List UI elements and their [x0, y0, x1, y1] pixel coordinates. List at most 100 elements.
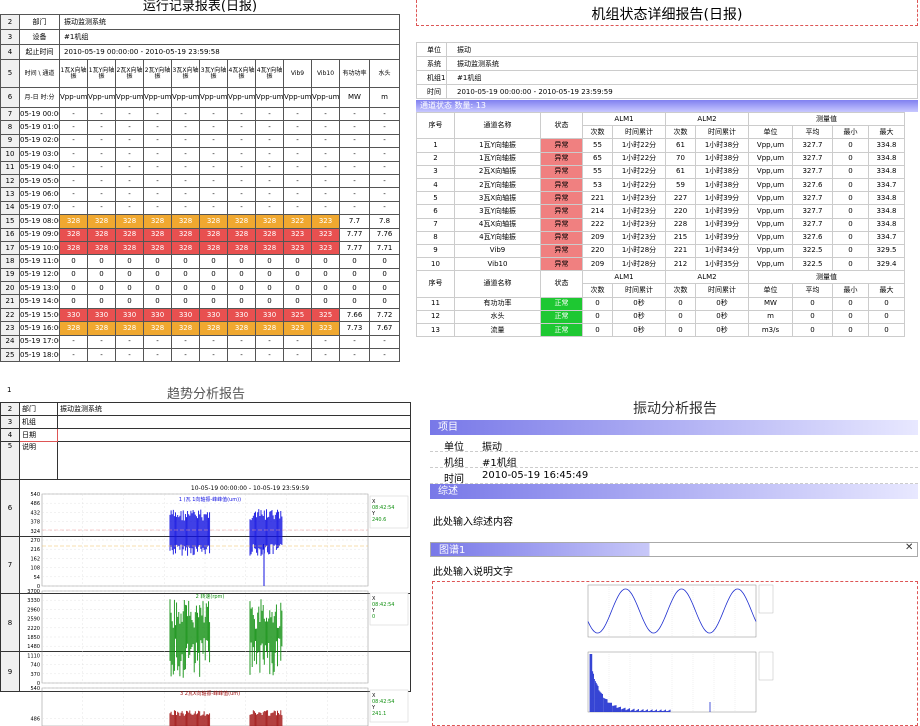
cell: 0 — [832, 177, 869, 193]
value-cell: - — [59, 160, 88, 175]
note-value[interactable] — [57, 441, 411, 480]
value-cell: - — [115, 200, 144, 216]
tick-label: 162 — [30, 556, 40, 562]
cell: Vpp,um — [748, 151, 793, 166]
value-cell: 328 — [115, 214, 144, 229]
value-cell: - — [59, 173, 88, 189]
row-number: 2 — [0, 402, 20, 416]
cell: 322.5 — [792, 243, 833, 259]
value-cell: - — [143, 147, 172, 162]
col-sub: 时间累计 — [612, 283, 666, 298]
cell: 221 — [582, 191, 613, 206]
value-cell: - — [199, 200, 228, 216]
cell: 329.5 — [868, 243, 905, 259]
cell: 0 — [792, 322, 833, 338]
value-cell: 328 — [199, 240, 228, 256]
col-sub: 时间累计 — [695, 125, 749, 140]
cell: 1小时22分 — [612, 164, 666, 179]
value-cell: - — [311, 106, 340, 122]
value-cell: - — [87, 147, 116, 162]
cell: 212 — [665, 257, 696, 272]
time-cell: 05-19 09:00 — [19, 227, 60, 242]
value-cell: - — [283, 187, 312, 202]
value-cell: - — [339, 187, 370, 202]
cell: 61 — [665, 164, 696, 179]
row-number: 5 — [0, 441, 20, 480]
cell: 1小时22分 — [612, 177, 666, 193]
cell: 220 — [582, 243, 613, 259]
tick-label: 324 — [30, 529, 40, 535]
cell: 334.8 — [868, 204, 905, 219]
tick-label: 3330 — [27, 598, 40, 604]
cell: 13 — [416, 322, 455, 338]
readout-text: 0 — [372, 614, 375, 620]
row-number: 19 — [0, 267, 20, 283]
info-label: 系统 — [416, 56, 447, 71]
run-report-panel: 运行记录报表(日报) 2 部门 振动监测系统 3 设备 #1机组 4 起止时间 2010-05-… — [0, 0, 400, 375]
date-label[interactable]: 日期 — [19, 428, 58, 442]
cell: 0 — [582, 296, 613, 311]
value-cell: - — [87, 334, 116, 350]
cell: MW — [748, 296, 793, 311]
time-cell: 05-19 07:00 — [19, 200, 60, 216]
value-cell: - — [311, 147, 340, 162]
value-cell: 0 — [115, 254, 144, 269]
row-number: 21 — [0, 294, 20, 309]
value-cell: 7.7 — [339, 214, 370, 229]
value-cell: 328 — [199, 214, 228, 229]
value-cell: 330 — [199, 307, 228, 323]
cell: 327.7 — [792, 138, 833, 153]
tick-label: 270 — [30, 538, 40, 544]
value-cell: - — [339, 173, 370, 189]
value-cell: - — [283, 334, 312, 350]
value-cell: - — [59, 133, 88, 149]
col-seq: 序号 — [416, 270, 455, 298]
cell: 334.8 — [868, 138, 905, 153]
cell: 0秒 — [612, 296, 666, 311]
value-cell: 0 — [368, 267, 400, 283]
unit-value[interactable] — [57, 415, 411, 429]
value-cell: 0 — [143, 281, 172, 296]
chart-legend: 2 转速(rpm) — [196, 593, 225, 600]
note-text[interactable]: 此处输入说明文字 — [433, 563, 513, 578]
tick-label: 432 — [30, 510, 40, 516]
status-badge: 正常 — [540, 309, 583, 325]
cell: Vpp,um — [748, 257, 793, 272]
time-cell: 05-19 08:00 — [19, 214, 60, 229]
value-cell: - — [171, 120, 200, 135]
value-cell: 0 — [368, 281, 400, 296]
cell: Vpp,um — [748, 191, 793, 206]
cell: 4 — [416, 177, 455, 193]
value-cell: 328 — [87, 214, 116, 229]
value-cell: 328 — [227, 227, 256, 242]
value-cell: - — [171, 187, 200, 202]
value-cell: - — [115, 133, 144, 149]
value-cell: - — [283, 147, 312, 162]
cell: 1小时23分 — [612, 217, 666, 232]
value-cell: 330 — [59, 307, 88, 323]
value-cell: - — [143, 200, 172, 216]
value-cell: 330 — [143, 307, 172, 323]
summary-text[interactable]: 此处输入综述内容 — [433, 513, 513, 528]
note-label: 说明 — [19, 441, 58, 480]
time-cell: 05-19 03:00 — [19, 147, 60, 162]
value-cell: 7.66 — [339, 307, 370, 323]
time-cell: 05-19 18:00 — [19, 348, 60, 363]
date-value[interactable] — [57, 428, 411, 442]
value-cell: - — [87, 133, 116, 149]
value-cell: 328 — [87, 240, 116, 256]
value-cell: 0 — [171, 281, 200, 296]
kv-unit: 单位 振动 — [430, 436, 918, 453]
value-cell: 323 — [311, 214, 340, 229]
channel-status-bar: 通道状态 数量: 13 — [416, 100, 918, 112]
tick-label: 2220 — [27, 626, 40, 632]
column-header: Vib9 — [283, 59, 312, 88]
cell: 220 — [665, 204, 696, 219]
cell: 9 — [416, 243, 455, 259]
close-icon[interactable]: ✕ — [905, 542, 913, 553]
unit-label: 机组 — [19, 415, 58, 429]
section-spectrum: 图谱1 — [430, 542, 918, 557]
value-cell: 0 — [59, 254, 88, 269]
device-value: #1机组 — [58, 29, 400, 45]
cell: 1小时22分 — [612, 138, 666, 153]
